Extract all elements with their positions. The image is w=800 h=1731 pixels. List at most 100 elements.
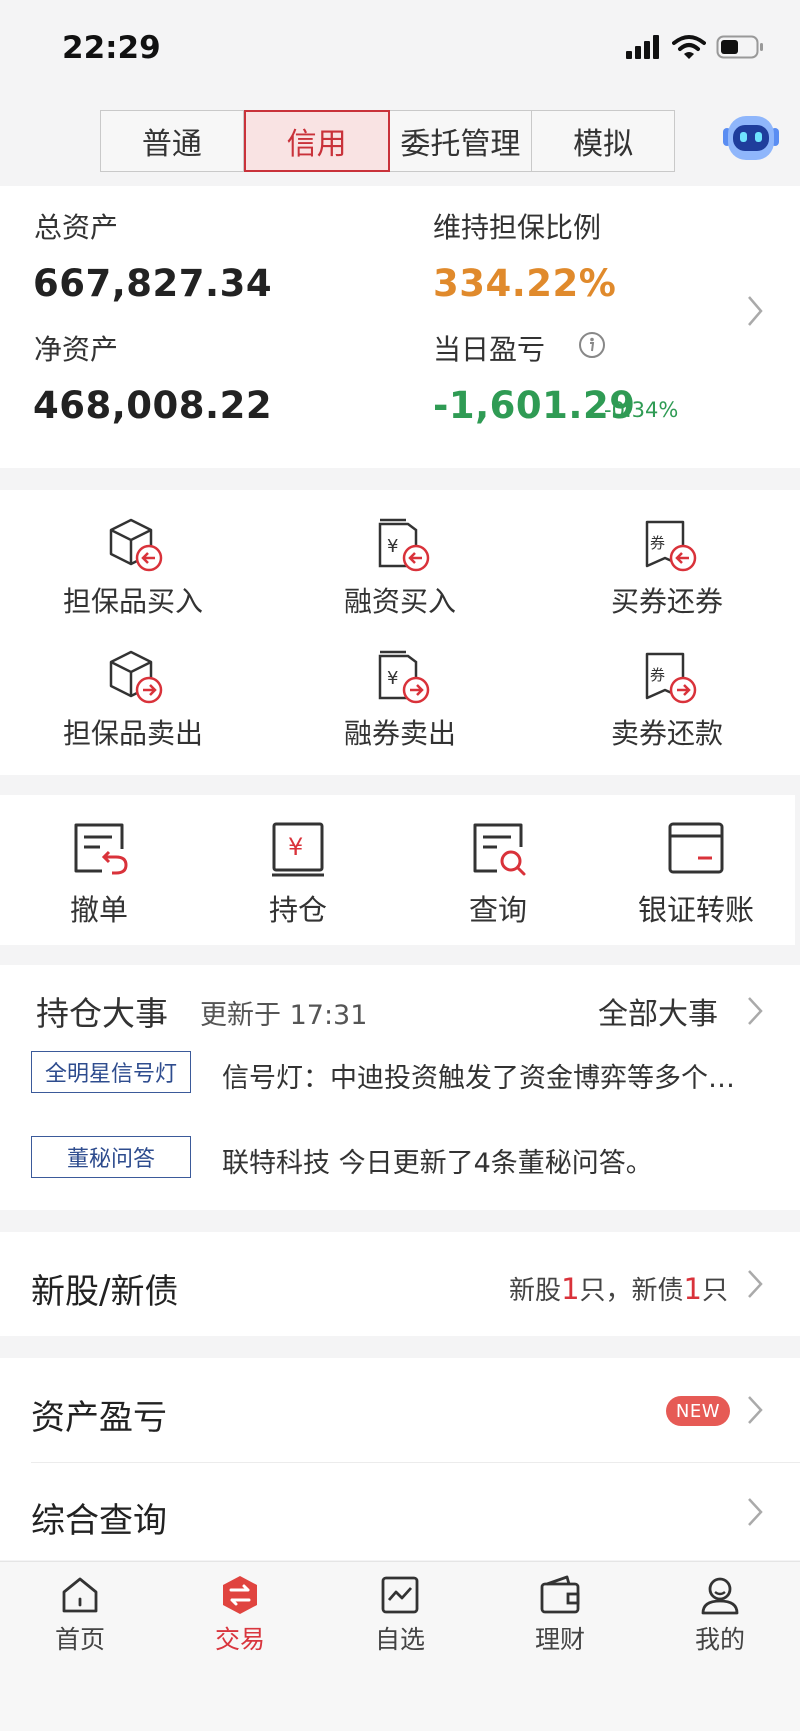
daily-pnl-percent: -0.34% <box>604 398 679 422</box>
nav-profile[interactable]: 我的 <box>660 1574 780 1656</box>
nav-label: 交易 <box>214 1625 265 1654</box>
maintenance-ratio-label: 维持担保比例 <box>433 211 602 244</box>
tab-credit[interactable]: 信用 <box>243 110 390 172</box>
cancel-order-icon <box>74 823 128 875</box>
status-bar: 22:29 <box>0 0 800 100</box>
svg-text:券: 券 <box>650 666 665 684</box>
maintenance-ratio-value: 334.22% <box>433 262 617 305</box>
chevron-right-icon[interactable] <box>746 294 764 328</box>
status-time: 22:29 <box>62 30 161 66</box>
action-label: 买券还券 <box>610 585 723 618</box>
tool-label: 查询 <box>468 893 527 927</box>
bottom-nav: 首页 交易 自选 理财 我的 <box>0 1561 800 1731</box>
news-tag: 全明星信号灯 <box>31 1051 191 1093</box>
ipo-row[interactable]: 新股/新债 新股1只，新债1只 <box>0 1232 800 1336</box>
tool-query[interactable]: 查询 <box>408 819 588 929</box>
action-label: 融资买入 <box>343 585 456 618</box>
action-label: 卖券还款 <box>610 717 723 750</box>
info-icon[interactable] <box>578 331 606 359</box>
status-icons <box>626 34 764 60</box>
buy-repay-icon: 券 <box>645 520 697 572</box>
nav-trade[interactable]: 交易 <box>180 1574 300 1656</box>
tool-cancel-order[interactable]: 撤单 <box>9 819 189 929</box>
all-events-link[interactable]: 全部大事 <box>598 989 718 1033</box>
ipo-bond-suffix: 只 <box>701 1276 728 1306</box>
net-assets-value: 468,008.22 <box>33 384 273 427</box>
battery-icon <box>716 35 763 59</box>
ipo-summary: 新股1只，新债1只 <box>509 1270 728 1307</box>
chevron-right-icon[interactable] <box>746 1394 764 1426</box>
nav-label: 理财 <box>534 1625 585 1654</box>
action-label: 融券卖出 <box>343 717 456 750</box>
svg-text:¥: ¥ <box>288 833 303 861</box>
ipo-stock-count: 1 <box>561 1272 580 1306</box>
ipo-bond-prefix: 只，新债 <box>579 1276 684 1306</box>
menu-list: 资产盈亏 NEW 综合查询 <box>0 1358 800 1560</box>
watchlist-chart-icon <box>381 1576 419 1614</box>
tab-order-management[interactable]: 委托管理 <box>390 111 533 171</box>
short-sell-icon: ¥ <box>378 650 430 704</box>
tab-simulation[interactable]: 模拟 <box>532 111 674 171</box>
news-tag: 董秘问答 <box>31 1136 191 1178</box>
collateral-buy-icon <box>109 518 163 572</box>
nav-label: 首页 <box>54 1625 105 1654</box>
sell-repay-icon: 券 <box>645 652 697 704</box>
svg-text:券: 券 <box>650 534 665 552</box>
chevron-right-icon[interactable] <box>746 1496 764 1528</box>
news-item[interactable]: 信号灯：中迪投资触发了资金博弈等多个… <box>222 1056 767 1095</box>
tool-position[interactable]: ¥ 持仓 <box>208 819 388 929</box>
tool-bank-transfer[interactable]: 银证转账 <box>606 819 786 929</box>
nav-wealth[interactable]: 理财 <box>500 1574 620 1656</box>
action-margin-buy[interactable]: ¥ 融资买入 <box>300 516 500 620</box>
nav-label: 自选 <box>374 1625 425 1654</box>
nav-label: 我的 <box>694 1625 745 1654</box>
nav-home[interactable]: 首页 <box>20 1574 140 1656</box>
chevron-right-icon[interactable] <box>746 1268 764 1300</box>
tab-normal[interactable]: 普通 <box>101 111 244 171</box>
section-title: 持仓大事 <box>36 994 168 1033</box>
ipo-bond-count: 1 <box>683 1272 702 1306</box>
tools-panel: 撤单 ¥ 持仓 查询 银证转账 <box>0 795 795 945</box>
home-icon <box>62 1577 98 1613</box>
action-sell-to-repay[interactable]: 券 卖券还款 <box>567 648 767 752</box>
chevron-right-icon[interactable] <box>746 995 764 1027</box>
tool-label: 持仓 <box>268 893 327 927</box>
asset-pnl-row[interactable]: 资产盈亏 NEW <box>0 1358 800 1462</box>
asset-summary-panel[interactable]: 总资产 667,827.34 维持担保比例 334.22% 净资产 468,00… <box>0 186 800 468</box>
tool-label: 银证转账 <box>637 893 754 927</box>
action-short-sell[interactable]: ¥ 融券卖出 <box>300 648 500 752</box>
robot-assistant-icon[interactable] <box>722 112 780 164</box>
total-assets-label: 总资产 <box>34 211 119 244</box>
position-icon: ¥ <box>272 822 324 877</box>
svg-text:¥: ¥ <box>387 668 398 689</box>
daily-pnl-label: 当日盈亏 <box>433 333 546 366</box>
update-time: 更新于 17:31 <box>200 1000 368 1031</box>
wallet-icon <box>540 1575 580 1614</box>
holdings-events-panel: 持仓大事 更新于 17:31 全部大事 全明星信号灯 信号灯：中迪投资触发了资金… <box>0 965 800 1210</box>
nav-watchlist[interactable]: 自选 <box>340 1574 460 1656</box>
account-type-tabs: 普通 信用 委托管理 模拟 <box>100 110 675 172</box>
svg-text:¥: ¥ <box>387 536 398 557</box>
action-collateral-buy[interactable]: 担保品买入 <box>33 516 233 620</box>
action-buy-to-repay[interactable]: 券 买券还券 <box>567 516 767 620</box>
action-label: 担保品买入 <box>62 585 203 618</box>
ipo-stock-prefix: 新股 <box>509 1276 562 1306</box>
news-item[interactable]: 联特科技 今日更新了4条董秘问答。 <box>222 1141 767 1180</box>
comprehensive-query-label: 综合查询 <box>31 1501 167 1541</box>
query-icon <box>473 823 526 876</box>
margin-buy-icon: ¥ <box>378 518 430 572</box>
transfer-icon <box>668 822 724 874</box>
total-assets-value: 667,827.34 <box>33 262 273 305</box>
comprehensive-query-row[interactable]: 综合查询 <box>0 1463 800 1560</box>
action-collateral-sell[interactable]: 担保品卖出 <box>33 648 233 752</box>
net-assets-label: 净资产 <box>34 333 119 366</box>
action-label: 担保品卖出 <box>62 717 203 750</box>
user-icon <box>701 1577 739 1615</box>
new-badge: NEW <box>666 1396 730 1426</box>
ipo-label: 新股/新债 <box>31 1272 179 1312</box>
cellular-signal-icon <box>626 35 659 59</box>
collateral-sell-icon <box>109 650 163 704</box>
wifi-icon <box>672 35 706 59</box>
trade-icon <box>223 1576 257 1614</box>
asset-pnl-label: 资产盈亏 <box>31 1398 167 1438</box>
